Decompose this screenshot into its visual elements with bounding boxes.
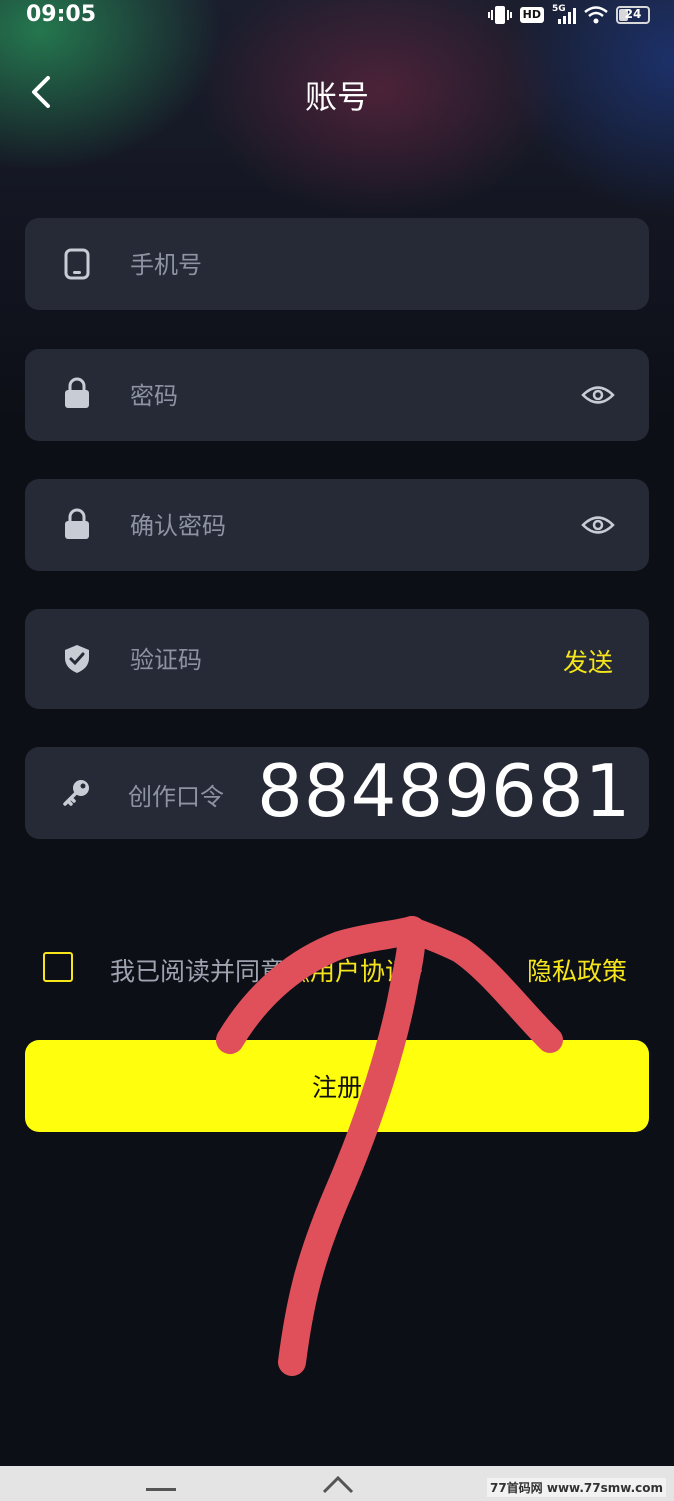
hd-badge: HD bbox=[519, 7, 544, 23]
menu-icon[interactable] bbox=[146, 1480, 176, 1492]
register-button[interactable]: 注册 bbox=[25, 1040, 649, 1132]
wifi-icon bbox=[584, 6, 608, 24]
agreement-text: 我已阅读并同意《用户协议》 bbox=[110, 957, 436, 986]
phone-input[interactable] bbox=[128, 218, 552, 312]
agreement-row: 我已阅读并同意《用户协议》 隐私政策 bbox=[43, 952, 653, 988]
creation-code-label: 创作口令 bbox=[128, 783, 224, 811]
password-field[interactable] bbox=[25, 349, 649, 443]
key-icon bbox=[63, 780, 89, 806]
send-code-button[interactable]: 发送 bbox=[563, 643, 613, 679]
phone-icon bbox=[64, 248, 90, 280]
cellular-signal-icon: 5G bbox=[552, 4, 576, 24]
watermark: 77首码网 www.77smw.com bbox=[486, 1478, 666, 1497]
status-time: 09:05 bbox=[26, 2, 97, 27]
lock-icon bbox=[65, 377, 89, 408]
creation-code-value[interactable]: 88489681 bbox=[257, 749, 631, 833]
privacy-policy-link[interactable]: 隐私政策 bbox=[527, 952, 627, 988]
password-input[interactable] bbox=[128, 349, 552, 443]
verify-code-field[interactable]: 发送 bbox=[25, 609, 649, 711]
confirm-password-field[interactable] bbox=[25, 479, 649, 573]
lock-icon bbox=[65, 508, 89, 539]
status-icons: HD 5G 24 bbox=[487, 4, 650, 25]
battery-level: 24 bbox=[624, 7, 642, 21]
home-icon[interactable] bbox=[322, 1474, 354, 1494]
verify-code-input[interactable] bbox=[128, 609, 432, 711]
shield-check-icon bbox=[65, 645, 89, 673]
agreement-checkbox[interactable] bbox=[43, 952, 73, 982]
vibrate-icon bbox=[487, 6, 512, 24]
creation-code-field[interactable]: 创作口令 88489681 bbox=[25, 747, 649, 839]
eye-icon[interactable] bbox=[581, 383, 615, 407]
phone-field[interactable] bbox=[25, 218, 649, 312]
confirm-password-input[interactable] bbox=[128, 479, 552, 573]
user-agreement-link[interactable]: 《用户协议》 bbox=[285, 957, 435, 986]
eye-icon[interactable] bbox=[581, 513, 615, 537]
page-title: 账号 bbox=[304, 78, 369, 116]
battery-icon: 24 bbox=[616, 6, 650, 24]
status-bar: 09:05 HD 5G 24 bbox=[0, 0, 674, 34]
